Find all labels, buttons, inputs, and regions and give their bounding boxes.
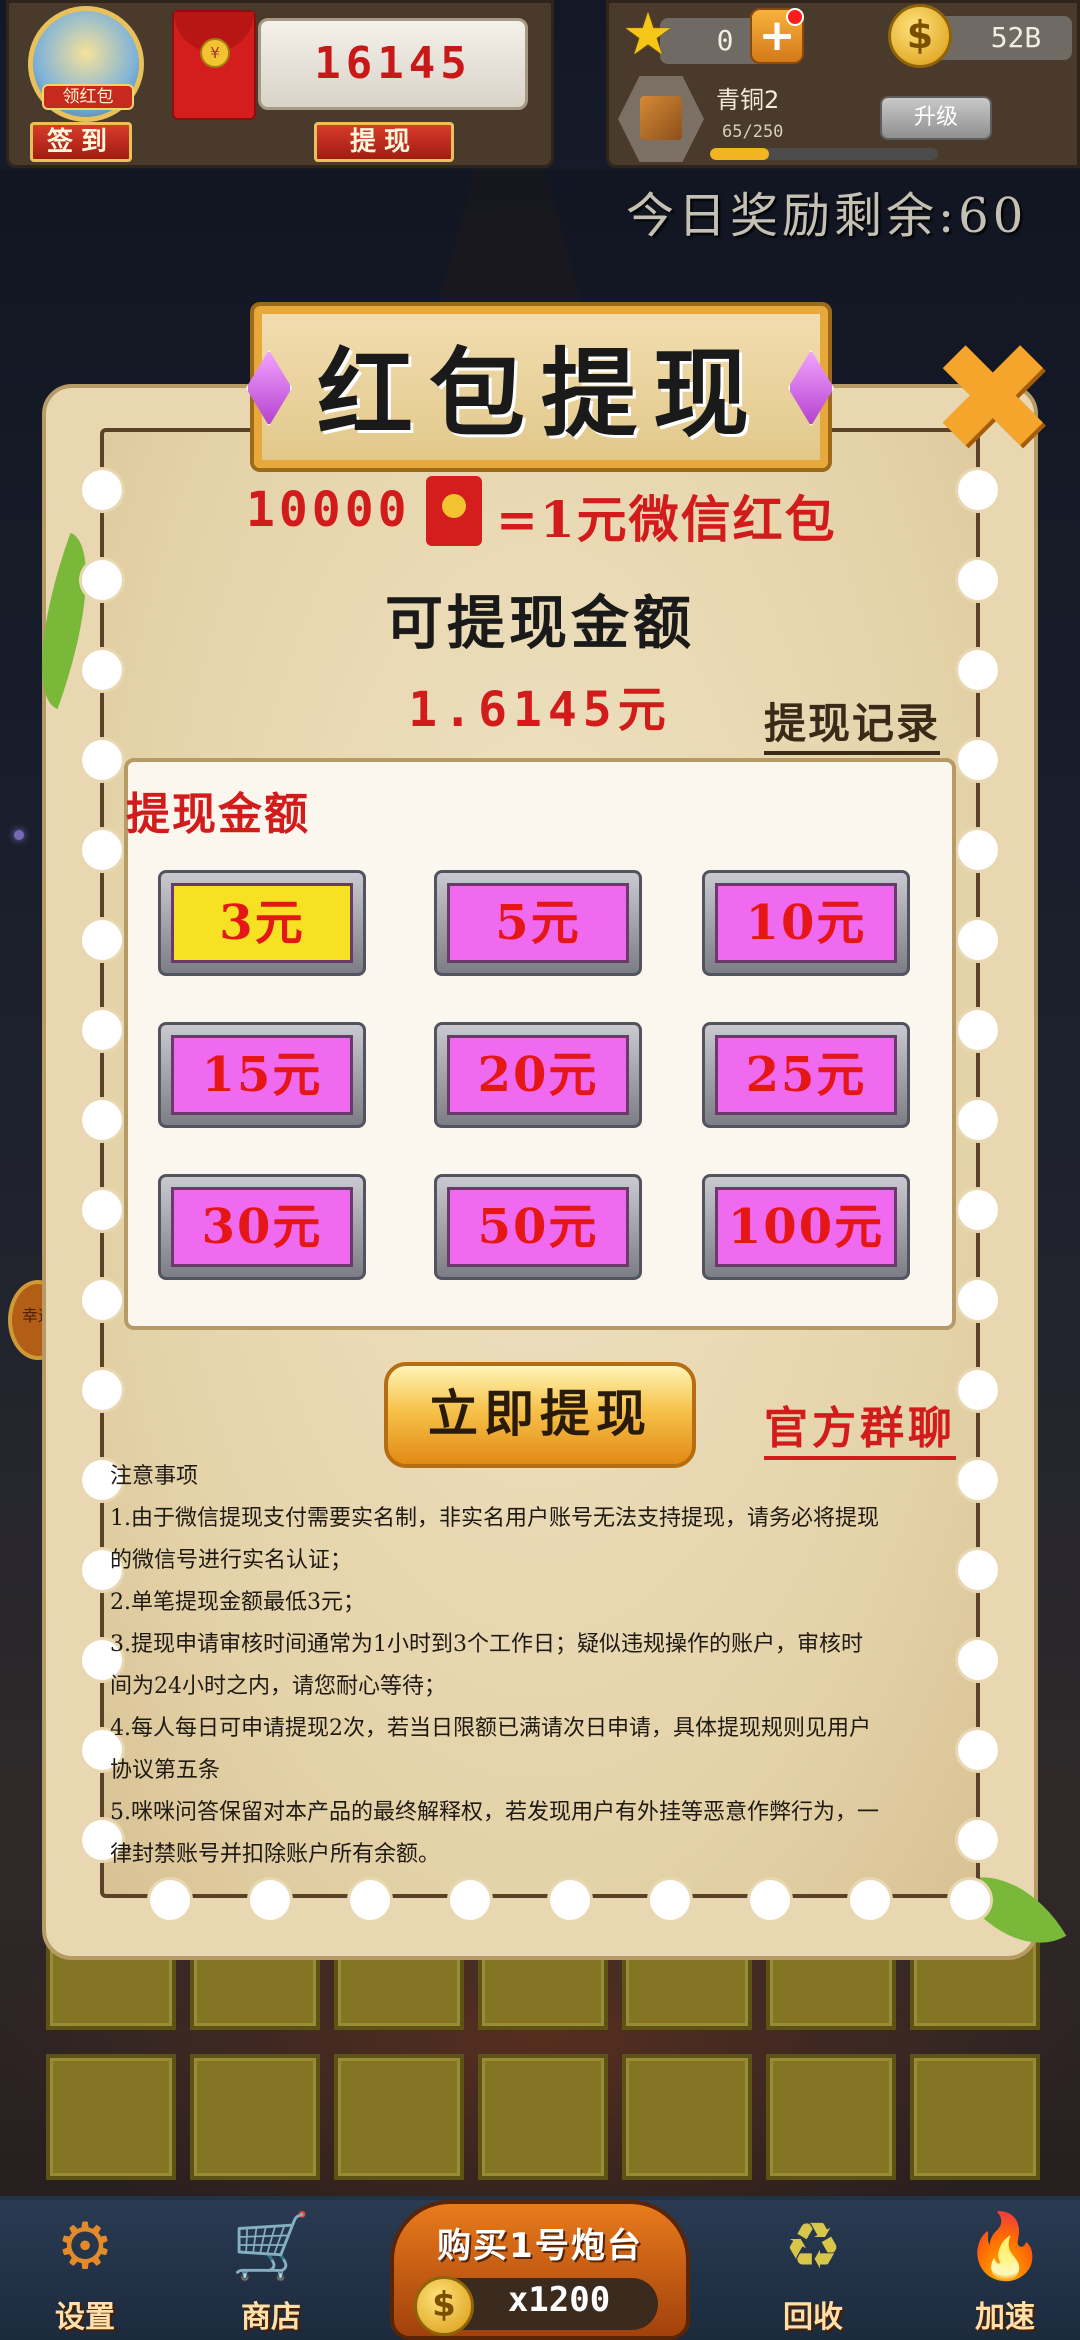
redpack-balance: 16145 <box>258 18 528 110</box>
scallop-decoration <box>958 740 998 780</box>
amount-option[interactable]: 10元 <box>702 870 910 976</box>
notice-line: 3.提现申请审核时间通常为1小时到3个工作日；疑似违规操作的账户，审核时 <box>110 1632 863 1657</box>
buy-turret-label: 购买1号炮台 <box>437 2226 643 2266</box>
nav-speedup[interactable]: 🔥 加速 <box>950 2204 1060 2340</box>
coin-icon: $ <box>888 4 952 68</box>
upgrade-button[interactable]: 升级 <box>880 96 992 140</box>
amount-option[interactable]: 30元 <box>158 1174 366 1280</box>
nav-settings-label: 设置 <box>55 2300 115 2335</box>
scallop-decoration <box>82 1370 122 1410</box>
scallop-decoration <box>958 1010 998 1050</box>
amount-options-title: 提现金额 <box>126 789 310 840</box>
notice-line: 1.由于微信提现支付需要实名制，非实名用户账号无法支持提现，请务必将提现 <box>110 1506 879 1531</box>
scallop-decoration <box>958 1280 998 1320</box>
withdraw-now-button[interactable]: 立即提现 <box>384 1362 696 1468</box>
amount-option-label: 100元 <box>715 1187 897 1267</box>
notice-line: 5.咪咪问答保留对本产品的最终解释权，若发现用户有外挂等恶意作弊行为，一 <box>110 1800 879 1825</box>
rate-amount: 10000 <box>246 482 411 538</box>
scallop-decoration <box>82 1100 122 1140</box>
amount-option-label: 25元 <box>715 1035 897 1115</box>
scallop-decoration <box>550 1880 590 1920</box>
notice-line: 的微信号进行实名认证； <box>110 1548 353 1573</box>
notice-line: 4.每人每日可申请提现2次，若当日限额已满请次日申请，具体提现规则见用户 <box>110 1716 871 1741</box>
amount-option-label: 15元 <box>171 1035 353 1115</box>
scallop-decoration <box>82 920 122 960</box>
rank-name: 青铜2 <box>716 86 780 114</box>
scallop-decoration <box>750 1880 790 1920</box>
amount-option-label: 50元 <box>447 1187 629 1267</box>
scallop-decoration <box>350 1880 390 1920</box>
recycle-icon: ♻ <box>784 2210 842 2284</box>
nav-recycle-label: 回收 <box>783 2300 843 2335</box>
official-group-chat-link[interactable]: 官方群聊 <box>764 1392 956 1460</box>
flame-icon: 🔥 <box>965 2210 1045 2284</box>
dialog-title: 红包提现 <box>317 337 765 450</box>
available-label: 可提现金额 <box>384 589 695 657</box>
close-icon[interactable]: ✖ <box>930 324 1056 474</box>
amount-option[interactable]: 5元 <box>434 870 642 976</box>
notice-text: 注意事项 1.由于微信提现支付需要实名制，非实名用户账号无法支持提现，请务必将提… <box>110 1456 972 1876</box>
scallop-decoration <box>250 1880 290 1920</box>
scallop-decoration <box>958 830 998 870</box>
notice-line: 间为24小时之内，请您耐心等待； <box>110 1674 446 1699</box>
scallop-decoration <box>82 470 122 510</box>
notice-line: 律封禁账号并扣除账户所有余额。 <box>110 1842 441 1867</box>
rank-progress-bar <box>710 148 938 160</box>
amount-option-label: 10元 <box>715 883 897 963</box>
gear-icon: ⚙ <box>56 2210 114 2284</box>
scallop-decoration <box>850 1880 890 1920</box>
amount-option[interactable]: 25元 <box>702 1022 910 1128</box>
buy-turret-button[interactable]: 购买1号炮台 $ x1200 <box>390 2200 690 2340</box>
buy-turret-price: x1200 <box>507 2280 611 2320</box>
redpack-icon: ¥ <box>172 10 256 120</box>
scallop-decoration <box>650 1880 690 1920</box>
amount-option-label: 5元 <box>447 883 629 963</box>
rank-progress-fill <box>710 148 770 160</box>
scallop-decoration <box>958 1370 998 1410</box>
withdraw-shortcut-button[interactable]: 提现 <box>314 122 454 162</box>
notice-line: 注意事项 <box>110 1464 199 1489</box>
scallop-decoration <box>958 1100 998 1140</box>
scallop-decoration <box>82 740 122 780</box>
amount-option[interactable]: 15元 <box>158 1022 366 1128</box>
rank-progress-text: 65/250 <box>722 122 784 142</box>
rate-conversion: =1元微信红包 <box>496 490 837 549</box>
scallop-decoration <box>82 1280 122 1320</box>
scallop-decoration <box>82 1190 122 1230</box>
withdraw-records-link[interactable]: 提现记录 <box>764 690 941 755</box>
notice-line: 2.单笔提现金额最低3元； <box>110 1590 365 1615</box>
scallop-decoration <box>150 1880 190 1920</box>
nav-shop-label: 商店 <box>241 2300 301 2335</box>
scallop-decoration <box>450 1880 490 1920</box>
rank-crate-icon <box>640 96 682 140</box>
notice-line: 协议第五条 <box>110 1758 221 1783</box>
amount-option-label: 30元 <box>171 1187 353 1267</box>
scallop-decoration <box>958 1190 998 1230</box>
notification-dot <box>786 8 804 26</box>
amount-option[interactable]: 20元 <box>434 1022 642 1128</box>
scallop-decoration <box>82 1010 122 1050</box>
nav-settings[interactable]: ⚙ 设置 <box>30 2204 140 2340</box>
signin-button[interactable]: 签到 <box>30 122 132 162</box>
amount-option[interactable]: 100元 <box>702 1174 910 1280</box>
scallop-decoration <box>82 830 122 870</box>
exchange-rate: 10000 =1元微信红包 <box>246 476 886 549</box>
amount-option[interactable]: 50元 <box>434 1174 642 1280</box>
redpack-coin-icon: ¥ <box>200 38 230 68</box>
avatar-badge: 领红包 <box>42 84 134 110</box>
amount-option-label: 3元 <box>171 883 353 963</box>
scallop-decoration <box>950 1880 990 1920</box>
amount-option[interactable]: 3元 <box>158 870 366 976</box>
amount-option-label: 20元 <box>447 1035 629 1115</box>
nav-shop[interactable]: 🛒 商店 <box>216 2204 326 2340</box>
star-icon: ★ <box>622 0 674 68</box>
scallop-decoration <box>958 920 998 960</box>
cart-icon: 🛒 <box>231 2210 311 2284</box>
nav-recycle[interactable]: ♻ 回收 <box>758 2204 868 2340</box>
nav-speedup-label: 加速 <box>975 2300 1035 2335</box>
redpack-icon <box>426 476 482 546</box>
